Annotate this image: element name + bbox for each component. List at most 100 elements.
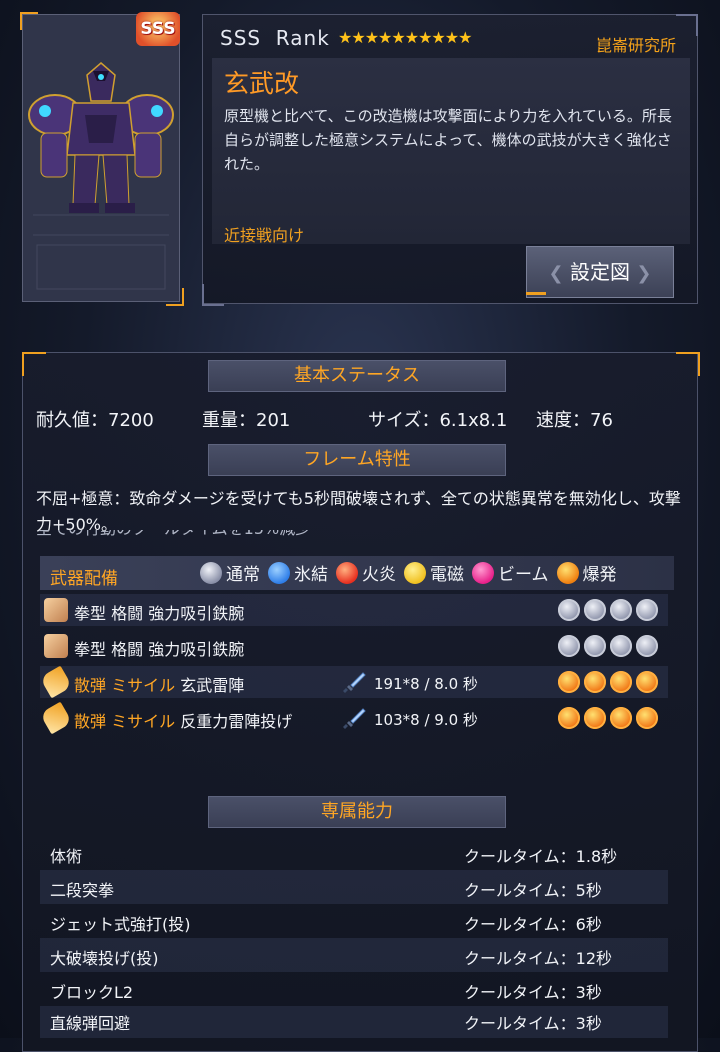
ability-cooldown: クールタイム：6秒 (464, 915, 602, 934)
stat-speed: 速度：76 (536, 410, 613, 431)
basic-status-header: 基本ステータス (208, 360, 506, 392)
weapon-title: 反重力雷陣投げ (180, 712, 293, 731)
mecha-portrait-icon (23, 15, 179, 301)
beam-orb-icon (472, 561, 494, 584)
ability-row[interactable]: 直線弾回避 クールタイム：3秒 (40, 1006, 668, 1038)
weapon-name: 散弾 ミサイル 反重力雷陣投げ (74, 708, 292, 732)
sword-damage-icon (342, 706, 366, 730)
weapon-title: 強力吸引鉄腕 (148, 604, 245, 623)
ability-row[interactable]: ジェット式強打(投) クールタイム：6秒 (40, 904, 668, 938)
weapon-type: 散弾 (74, 712, 107, 731)
weapon-header-title: 武器配備 (50, 569, 118, 589)
ability-name: 大破壊投げ(投) (50, 949, 159, 968)
fist-weapon-icon (44, 634, 68, 658)
weapon-title: 強力吸引鉄腕 (148, 640, 245, 659)
fire-orb-icon (336, 561, 358, 584)
rank-stars: ★★★★★★★★★★ (338, 28, 472, 47)
blast-orb-icon (584, 671, 606, 693)
panel-corner-tl (22, 352, 46, 376)
ability-cooldown: クールタイム：3秒 (464, 983, 602, 1002)
frame-trait-header: フレーム特性 (208, 444, 506, 476)
blueprint-button-label: 設定図 (570, 260, 630, 284)
ability-cooldown: クールタイム：3秒 (464, 1014, 602, 1033)
electric-orb-icon (404, 561, 426, 584)
blast-orb-icon (636, 707, 658, 729)
normal-orb-icon (558, 599, 580, 621)
weapon-row[interactable]: 拳型 格闘 強力吸引鉄腕 (40, 594, 668, 626)
weapon-type: 拳型 (74, 604, 107, 623)
chevron-right-icon: ❯ (636, 263, 652, 284)
ability-row[interactable]: ブロックL2 クールタイム：3秒 (40, 972, 668, 1006)
blast-orb-icon (584, 707, 606, 729)
weapon-element-orbs (558, 635, 658, 657)
weapon-category: ミサイル (111, 676, 176, 695)
ability-row[interactable]: 体術 クールタイム：1.8秒 (40, 836, 668, 870)
ability-name: 直線弾回避 (50, 1014, 131, 1033)
sword-damage-icon (342, 670, 366, 694)
panel-corner-bl (202, 284, 224, 306)
weapon-element-orbs (558, 671, 658, 693)
stat-durability: 耐久値：7200 (36, 410, 154, 431)
ability-name: ジェット式強打(投) (50, 915, 191, 934)
normal-orb-icon (636, 635, 658, 657)
weapon-name: 拳型 格闘 強力吸引鉄腕 (74, 636, 244, 660)
blast-orb-icon (558, 671, 580, 693)
legend-normal: 通常 (226, 565, 260, 585)
blast-orb-icon (610, 671, 632, 693)
weapon-row[interactable]: 散弾 ミサイル 玄武雷陣 191*8 / 8.0 秒 (39, 665, 668, 699)
weapon-row[interactable]: 散弾 ミサイル 反重力雷陣投げ 103*8 / 9.0 秒 (39, 701, 668, 735)
weapon-category: 格闘 (111, 640, 144, 659)
missile-weapon-icon (39, 665, 73, 699)
normal-orb-icon (584, 599, 606, 621)
weapon-category: ミサイル (111, 712, 176, 731)
normal-orb-icon (636, 599, 658, 621)
element-legend: 通常 氷結 火炎 電磁 ビーム 爆発 (200, 560, 617, 585)
panel-corner-tr (676, 352, 700, 376)
ability-name: 体術 (50, 847, 83, 866)
weapon-element-orbs (558, 707, 658, 729)
portrait-corner-br (166, 288, 184, 306)
abilities-header: 専属能力 (208, 796, 506, 828)
button-accent (526, 292, 546, 295)
weapon-element-orbs (558, 599, 658, 621)
legend-blast: 爆発 (582, 565, 617, 585)
weapon-title: 玄武雷陣 (180, 676, 245, 695)
mecha-portrait-frame (22, 14, 180, 302)
ability-name: 二段突拳 (50, 881, 115, 900)
ability-row[interactable]: 二段突拳 クールタイム：5秒 (40, 870, 668, 904)
normal-orb-icon (200, 561, 222, 584)
frame-trait-overflow-text: 全ての行動のクールタイムを15%減少 (36, 530, 688, 542)
weapon-row[interactable]: 拳型 格闘 強力吸引鉄腕 (40, 630, 668, 662)
ability-cooldown: クールタイム：12秒 (464, 949, 613, 968)
chevron-left-icon: ❮ (548, 263, 564, 284)
missile-weapon-icon (39, 701, 73, 735)
blueprint-button[interactable]: ❮ 設定図 ❯ (526, 246, 674, 298)
role-tag: 近接戦向け (224, 226, 305, 245)
blast-orb-icon (610, 707, 632, 729)
legend-ice: 氷結 (294, 565, 328, 585)
weapon-type: 拳型 (74, 640, 107, 659)
rank-label: SSS Rank (220, 26, 330, 50)
blast-orb-icon (636, 671, 658, 693)
legend-beam: ビーム (498, 565, 549, 585)
weapon-damage: 103*8 / 9.0 秒 (374, 711, 478, 729)
fist-weapon-icon (44, 598, 68, 622)
weapon-type: 散弾 (74, 676, 107, 695)
stat-size: サイズ：6.1x8.1 (368, 410, 508, 431)
normal-orb-icon (584, 635, 606, 657)
ability-row[interactable]: 大破壊投げ(投) クールタイム：12秒 (40, 938, 668, 972)
normal-orb-icon (610, 635, 632, 657)
portrait-corner-tl (20, 12, 38, 30)
panel-corner-tr (676, 14, 698, 36)
lab-name: 崑崙研究所 (596, 36, 677, 55)
weapon-name: 拳型 格闘 強力吸引鉄腕 (74, 600, 244, 624)
normal-orb-icon (610, 599, 632, 621)
ice-orb-icon (268, 561, 290, 584)
weapon-category: 格闘 (111, 604, 144, 623)
ability-name: ブロックL2 (50, 983, 134, 1002)
ability-cooldown: クールタイム：1.8秒 (464, 847, 618, 866)
blast-orb-icon (556, 561, 579, 584)
stat-weight: 重量：201 (202, 410, 291, 431)
weapon-name: 散弾 ミサイル 玄武雷陣 (74, 672, 244, 696)
normal-orb-icon (558, 635, 580, 657)
